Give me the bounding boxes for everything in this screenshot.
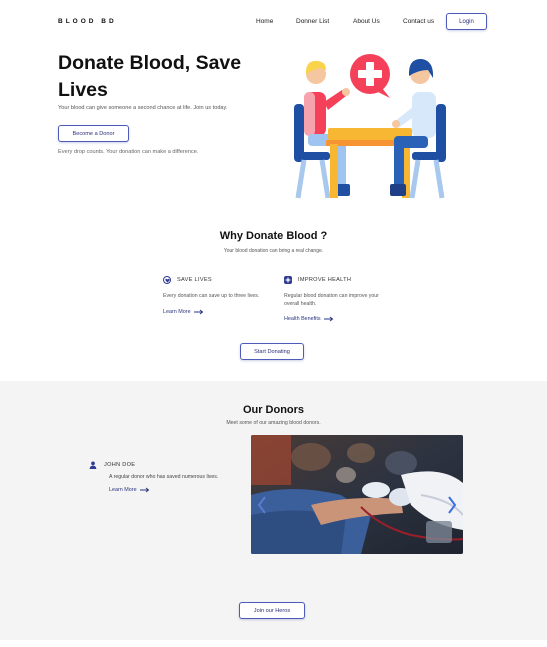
feature-heading: IMPROVE HEALTH bbox=[298, 277, 352, 283]
feature-description: Every donation can save up to three live… bbox=[163, 293, 260, 299]
arrow-right-icon bbox=[139, 487, 149, 493]
learn-more-link[interactable]: Learn More bbox=[163, 309, 273, 315]
link-label[interactable]: Health Benefits bbox=[284, 316, 321, 322]
arrow-right-icon bbox=[193, 309, 203, 314]
nav-link-about-us[interactable]: About Us bbox=[353, 18, 380, 25]
plus-square-icon bbox=[284, 276, 292, 284]
why-donate-subtitle: Your blood donation can bring a real cha… bbox=[223, 248, 324, 254]
start-donating-button[interactable]: Start Donating bbox=[240, 343, 304, 360]
heart-circle-icon bbox=[163, 276, 171, 284]
our-donors-section: Our Donors Meet some of our amazing bloo… bbox=[0, 381, 547, 640]
donor-carousel-photo[interactable] bbox=[251, 435, 463, 554]
hero-note: Every drop counts. Your donation can mak… bbox=[58, 149, 199, 155]
become-donor-button[interactable]: Become a Donor bbox=[58, 125, 129, 142]
nav-link-donner-list[interactable]: Donner List bbox=[296, 18, 329, 25]
login-button[interactable]: Login bbox=[446, 13, 487, 30]
our-donors-subtitle: Meet some of our amazing blood donors. bbox=[226, 420, 321, 426]
our-donors-title: Our Donors bbox=[242, 404, 305, 416]
link-label[interactable]: Learn More bbox=[109, 487, 137, 493]
feature-improve-health: IMPROVE HEALTH Regular blood donation ca… bbox=[284, 276, 394, 322]
link-label[interactable]: Learn More bbox=[163, 309, 191, 315]
donor-learn-more-link[interactable]: Learn More bbox=[109, 487, 150, 493]
nav-link-contact-us[interactable]: Contact us bbox=[403, 18, 434, 25]
top-navbar: BLOOD BD Home Donner List About Us Conta… bbox=[0, 0, 547, 44]
feature-description: Regular blood donation can improve your … bbox=[284, 293, 379, 307]
feature-heading: SAVE LIVES bbox=[177, 277, 212, 283]
why-donate-title: Why Donate Blood ? bbox=[219, 230, 328, 242]
hero-subtitle: Your blood can give someone a second cha… bbox=[58, 105, 228, 111]
feature-save-lives: SAVE LIVES Every donation can save up to… bbox=[163, 276, 273, 315]
donor-description: A regular donor who has saved numerous l… bbox=[109, 474, 219, 480]
donor-name-label: JOHN DOE bbox=[104, 462, 136, 468]
donor-name: JOHN DOE bbox=[89, 461, 135, 469]
arrow-right-icon bbox=[323, 316, 333, 322]
user-icon bbox=[89, 461, 97, 469]
health-benefits-link[interactable]: Health Benefits bbox=[284, 316, 394, 322]
hero-title: Donate Blood, Save Lives bbox=[58, 52, 242, 101]
nav-link-home[interactable]: Home bbox=[256, 18, 273, 25]
join-heros-button[interactable]: Join our Heros bbox=[239, 602, 305, 619]
blood-donation-illustration bbox=[290, 48, 450, 200]
brand-logo[interactable]: BLOOD BD bbox=[58, 18, 117, 25]
